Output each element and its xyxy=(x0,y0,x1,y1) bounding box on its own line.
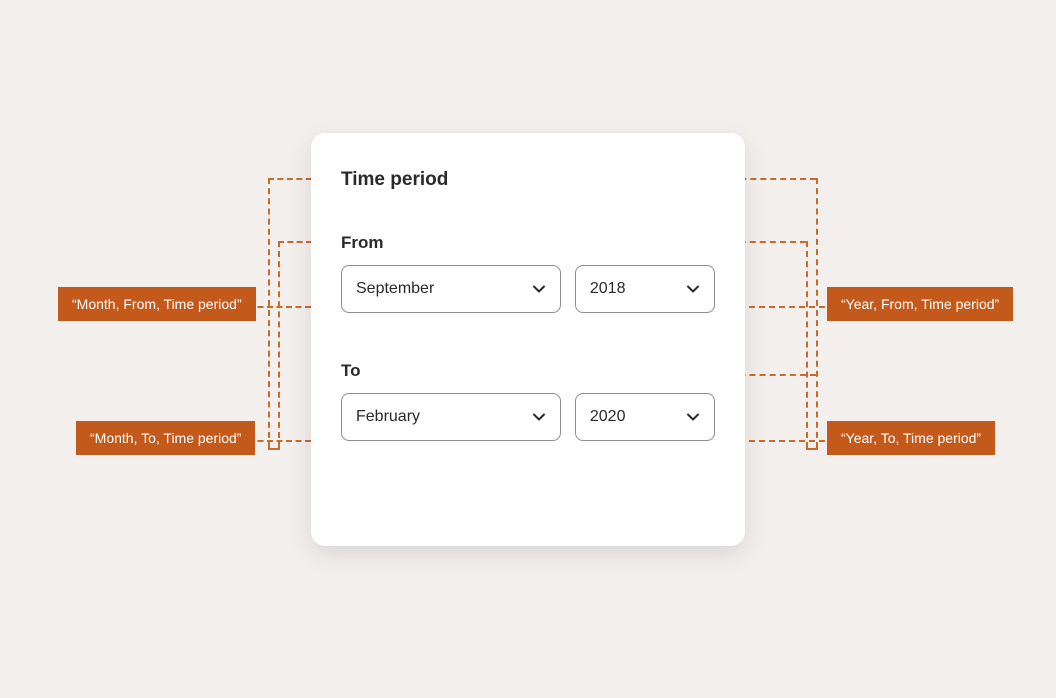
connector-line xyxy=(739,440,825,442)
card-title: Time period xyxy=(341,169,715,191)
from-label: From xyxy=(341,233,715,253)
chevron-down-icon xyxy=(686,282,700,296)
from-year-value: 2018 xyxy=(590,280,626,298)
connector-line xyxy=(739,306,825,308)
annotation-year-from: “Year, From, Time period” xyxy=(827,287,1013,321)
to-label: To xyxy=(341,361,715,381)
to-group: To February 2020 xyxy=(341,361,715,441)
to-year-select[interactable]: 2020 xyxy=(575,393,715,441)
from-month-select[interactable]: September xyxy=(341,265,561,313)
annotation-year-to: “Year, To, Time period” xyxy=(827,421,995,455)
annotation-month-from: “Month, From, Time period” xyxy=(58,287,256,321)
to-select-row: February 2020 xyxy=(341,393,715,441)
from-year-select[interactable]: 2018 xyxy=(575,265,715,313)
from-month-value: September xyxy=(356,280,434,298)
connector-line xyxy=(268,448,280,450)
time-period-card: Time period From September 2018 To Febru… xyxy=(311,133,745,546)
connector-line xyxy=(816,178,818,448)
from-select-row: September 2018 xyxy=(341,265,715,313)
to-year-value: 2020 xyxy=(590,408,626,426)
annotation-month-to: “Month, To, Time period” xyxy=(76,421,255,455)
to-month-value: February xyxy=(356,408,420,426)
chevron-down-icon xyxy=(532,410,546,424)
chevron-down-icon xyxy=(686,410,700,424)
connector-line xyxy=(278,241,280,448)
chevron-down-icon xyxy=(532,282,546,296)
connector-line xyxy=(806,448,818,450)
connector-line xyxy=(268,178,270,448)
from-group: From September 2018 xyxy=(341,233,715,313)
to-month-select[interactable]: February xyxy=(341,393,561,441)
connector-line xyxy=(806,241,808,448)
